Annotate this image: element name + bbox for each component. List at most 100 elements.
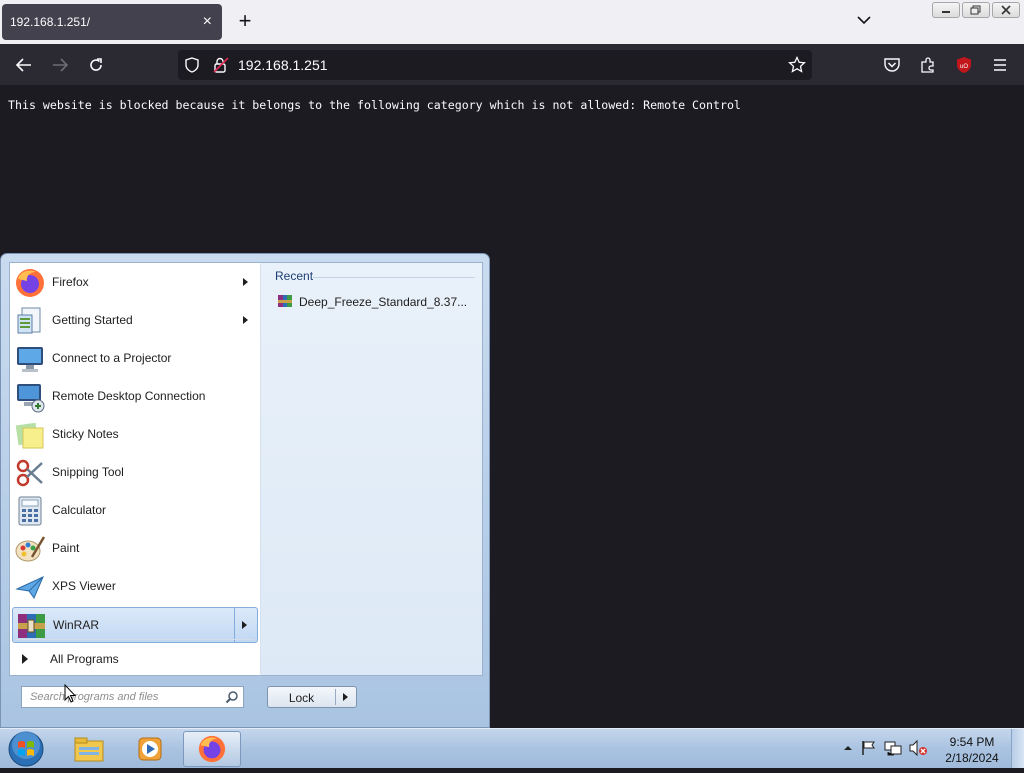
recent-header: Recent bbox=[275, 269, 314, 283]
lock-button[interactable]: Lock bbox=[267, 686, 357, 708]
pocket-icon bbox=[884, 58, 900, 72]
program-label: Paint bbox=[52, 541, 80, 555]
snipping-tool-icon bbox=[16, 459, 43, 487]
divider bbox=[335, 689, 336, 705]
winrar-icon bbox=[18, 614, 45, 638]
start-button[interactable] bbox=[6, 730, 46, 768]
minimize-icon bbox=[942, 11, 950, 13]
taskbar-explorer[interactable] bbox=[60, 731, 118, 767]
firefox-icon bbox=[198, 735, 226, 763]
program-snipping-tool[interactable]: Snipping Tool bbox=[12, 455, 258, 491]
program-remote-desktop[interactable]: Remote Desktop Connection bbox=[12, 379, 258, 415]
show-desktop-button[interactable] bbox=[1011, 729, 1024, 768]
action-center-flag-icon[interactable] bbox=[860, 739, 878, 757]
tracking-shield-icon[interactable] bbox=[184, 57, 200, 73]
list-all-tabs-button[interactable] bbox=[854, 10, 874, 30]
recent-item[interactable]: Deep_Freeze_Standard_8.37... bbox=[275, 291, 475, 311]
extensions-button[interactable] bbox=[915, 52, 941, 78]
all-programs-label: All Programs bbox=[50, 652, 119, 666]
ublock-origin-button[interactable]: uO bbox=[951, 52, 977, 78]
reload-button[interactable] bbox=[83, 52, 109, 78]
search-icon[interactable] bbox=[225, 690, 239, 704]
submenu-arrow-icon[interactable] bbox=[243, 278, 248, 286]
network-icon[interactable] bbox=[884, 739, 902, 757]
start-menu: Firefox Getting Started Connect to a Pro… bbox=[0, 253, 490, 728]
hamburger-menu-icon bbox=[994, 59, 1006, 71]
search-box[interactable]: Search programs and files bbox=[21, 686, 244, 708]
tab-bar: 192.168.1.251/ × + bbox=[0, 0, 1024, 44]
programs-pane: Firefox Getting Started Connect to a Pro… bbox=[9, 262, 260, 676]
paint-icon bbox=[15, 536, 46, 562]
window-controls bbox=[932, 2, 1020, 20]
program-sticky-notes[interactable]: Sticky Notes bbox=[12, 417, 258, 453]
clock[interactable]: 9:54 PM 2/18/2024 bbox=[938, 734, 1006, 766]
back-button[interactable] bbox=[11, 52, 37, 78]
recent-item-label: Deep_Freeze_Standard_8.37... bbox=[299, 295, 468, 309]
submenu-arrow-icon[interactable] bbox=[243, 316, 248, 324]
divider bbox=[313, 277, 475, 278]
chevron-down-icon bbox=[857, 16, 871, 25]
back-arrow-icon bbox=[15, 58, 31, 72]
clock-date: 2/18/2024 bbox=[945, 751, 999, 765]
taskbar-firefox[interactable] bbox=[183, 731, 241, 767]
program-label: Connect to a Projector bbox=[52, 351, 172, 365]
taskbar-media-player[interactable] bbox=[121, 731, 179, 767]
tab-title: 192.168.1.251/ bbox=[10, 15, 91, 29]
recent-pane: Recent Deep_Freeze_Standard_8.37... bbox=[260, 262, 483, 676]
navigation-toolbar: 192.168.1.251 uO bbox=[0, 44, 1024, 85]
program-label: Snipping Tool bbox=[52, 465, 124, 479]
shutdown-options-arrow-icon[interactable] bbox=[343, 693, 348, 701]
sticky-notes-icon bbox=[15, 422, 44, 449]
program-label: Remote Desktop Connection bbox=[52, 389, 206, 403]
blocked-message: This website is blocked because it belon… bbox=[8, 98, 741, 112]
submenu-divider bbox=[234, 608, 235, 642]
url-bar[interactable]: 192.168.1.251 bbox=[178, 50, 812, 80]
program-label: XPS Viewer bbox=[52, 579, 116, 593]
submenu-arrow-icon[interactable] bbox=[242, 621, 247, 629]
show-hidden-icons-icon[interactable] bbox=[842, 742, 854, 754]
close-window-button[interactable] bbox=[992, 2, 1020, 18]
all-programs-button[interactable]: All Programs bbox=[12, 647, 258, 671]
browser-tab[interactable]: 192.168.1.251/ × bbox=[2, 4, 222, 40]
ublock-origin-icon: uO bbox=[957, 57, 971, 73]
program-xps-viewer[interactable]: XPS Viewer bbox=[12, 569, 258, 605]
triangle-right-icon bbox=[22, 654, 28, 664]
explorer-icon bbox=[74, 737, 104, 762]
program-calculator[interactable]: Calculator bbox=[12, 493, 258, 529]
pocket-button[interactable] bbox=[879, 52, 905, 78]
bookmark-star-icon[interactable] bbox=[788, 56, 806, 74]
mouse-cursor-icon bbox=[64, 684, 76, 703]
url-text[interactable]: 192.168.1.251 bbox=[238, 57, 328, 73]
program-getting-started[interactable]: Getting Started bbox=[12, 303, 258, 339]
close-tab-icon[interactable]: × bbox=[203, 12, 212, 32]
xps-viewer-icon bbox=[15, 576, 44, 600]
program-label: Getting Started bbox=[52, 313, 133, 327]
puzzle-piece-icon bbox=[921, 57, 934, 73]
taskbar: 9:54 PM 2/18/2024 bbox=[0, 728, 1024, 768]
minimize-button[interactable] bbox=[932, 2, 960, 18]
winrar-archive-icon bbox=[278, 295, 292, 307]
divider bbox=[16, 639, 254, 640]
app-menu-button[interactable] bbox=[987, 52, 1013, 78]
program-paint[interactable]: Paint bbox=[12, 531, 258, 567]
program-label: Calculator bbox=[52, 503, 107, 517]
restore-button[interactable] bbox=[962, 2, 990, 18]
program-winrar[interactable]: WinRAR bbox=[12, 607, 258, 643]
insecure-lock-icon[interactable] bbox=[212, 56, 230, 74]
reload-icon bbox=[90, 58, 102, 71]
projector-icon bbox=[17, 347, 43, 372]
forward-arrow-icon bbox=[53, 58, 69, 72]
program-label: WinRAR bbox=[53, 618, 100, 632]
svg-text:uO: uO bbox=[960, 64, 968, 70]
program-firefox[interactable]: Firefox bbox=[12, 265, 258, 301]
search-placeholder: Search programs and files bbox=[30, 691, 159, 703]
restore-icon bbox=[970, 5, 981, 15]
volume-muted-icon[interactable] bbox=[908, 739, 928, 757]
new-tab-button[interactable]: + bbox=[234, 10, 256, 32]
calculator-icon bbox=[18, 496, 42, 526]
program-connect-to-projector[interactable]: Connect to a Projector bbox=[12, 341, 258, 377]
lock-label: Lock bbox=[288, 691, 315, 705]
remote-desktop-icon bbox=[17, 384, 45, 413]
windows-orb-icon bbox=[8, 731, 44, 767]
forward-button[interactable] bbox=[47, 52, 73, 78]
